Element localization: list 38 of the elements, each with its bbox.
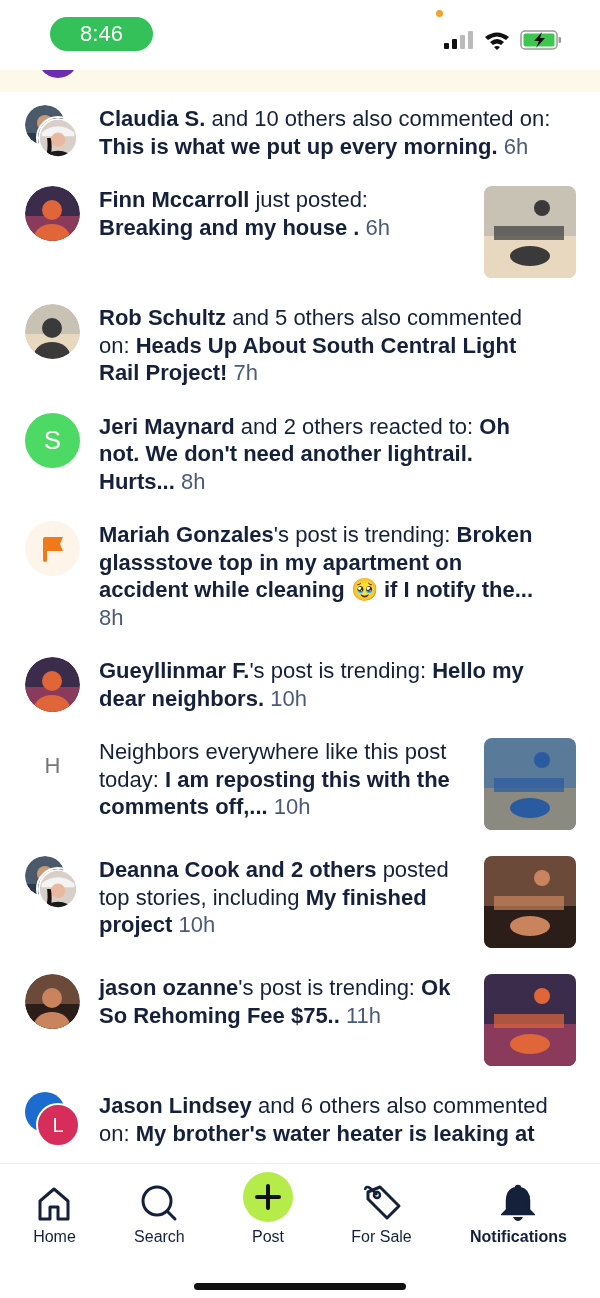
notification-text: Mariah Gonzales's post is trending: Broken glassstove top in my apartment on accident while cleaning 🥹 if I notify the... 8h bbox=[99, 521, 535, 631]
home-icon bbox=[37, 1186, 72, 1222]
letter-avatar: L bbox=[36, 1103, 80, 1147]
notification-text: Jason Lindsey and 6 others also commented on: My brother's water heater is leaking at bbox=[99, 1092, 549, 1147]
notification-text: Claudia S. and 10 others also commented on: This is what we put up every morning. 6h bbox=[99, 105, 552, 160]
notification-text: Gueyllinmar F.'s post is trending: Hello my dear neighbors. 10h bbox=[99, 657, 525, 712]
notification-item[interactable]: Mariah Gonzales's post is trending: Broken glassstove top in my apartment on accident while cleaning 🥹 if I notify the... 8h bbox=[0, 521, 600, 657]
search-icon bbox=[140, 1184, 179, 1222]
notification-item[interactable]: Deanna Cook and 2 others posted top stories, including My finished project 10h bbox=[0, 856, 600, 974]
flag-icon bbox=[41, 534, 64, 563]
notification-item[interactable]: Finn Mccarroll just posted: Breaking and my house . 6h bbox=[0, 186, 600, 304]
bell-icon bbox=[501, 1184, 536, 1222]
notification-text: Rob Schultz and 5 others also commented on: Heads Up About South Central Light Rail Project! 7h bbox=[99, 304, 524, 387]
notification-item[interactable]: S Jeri Maynard and 2 others reacted to: Oh not. We don't need another lightrail. Hurts... 8h bbox=[0, 412, 600, 521]
letter-avatar: H bbox=[43, 751, 62, 780]
notification-item[interactable]: L Jason Lindsey and 6 others also commented on: My brother's water heater is leaking at bbox=[0, 1092, 600, 1163]
notification-item[interactable]: Claudia S. and 10 others also commented on: This is what we put up every morning. 6h bbox=[0, 105, 600, 186]
notification-text: Jeri Maynard and 2 others reacted to: Oh not. We don't need another lightrail. Hurts... 8h bbox=[99, 412, 511, 495]
nav-tab[interactable]: Notifications bbox=[470, 1168, 567, 1246]
status-time: 8:46 bbox=[50, 17, 153, 51]
signal-icon bbox=[444, 31, 474, 49]
notification-text: Neighbors everywhere like this post today: I am reposting this with the comments off,... 10h bbox=[99, 738, 451, 821]
notification-text: jason ozanne's post is trending: Ok So Rehoming Fee $75.. 11h bbox=[99, 974, 451, 1029]
nav-tab[interactable]: Search bbox=[134, 1168, 185, 1246]
notification-item[interactable]: Rob Schultz and 5 others also commented on: Heads Up About South Central Light Rail Project! 7h bbox=[0, 304, 600, 413]
nav-tab[interactable]: For Sale bbox=[351, 1168, 412, 1246]
notification-text: Deanna Cook and 2 others posted top stories, including My finished project 10h bbox=[99, 856, 450, 939]
notification-item[interactable]: Gueyllinmar F.'s post is trending: Hello my dear neighbors. 10h bbox=[0, 657, 600, 738]
plus-icon bbox=[243, 1172, 293, 1222]
letter-avatar: S bbox=[25, 412, 80, 468]
notification-item[interactable]: H Neighbors everywhere like this post today: I am reposting this with the comments off,... 10h bbox=[0, 738, 600, 856]
wifi-icon bbox=[484, 30, 510, 50]
notification-item[interactable]: jason ozanne's post is trending: Ok So Rehoming Fee $75.. 11h bbox=[0, 974, 600, 1092]
notification-text: Finn Mccarroll just posted: Breaking and my house . 6h bbox=[99, 186, 391, 241]
nav-tab[interactable]: Home bbox=[33, 1168, 76, 1246]
nav-tab[interactable]: Post bbox=[243, 1168, 293, 1246]
battery-charging-icon bbox=[520, 30, 562, 50]
recording-indicator-icon bbox=[436, 10, 443, 17]
